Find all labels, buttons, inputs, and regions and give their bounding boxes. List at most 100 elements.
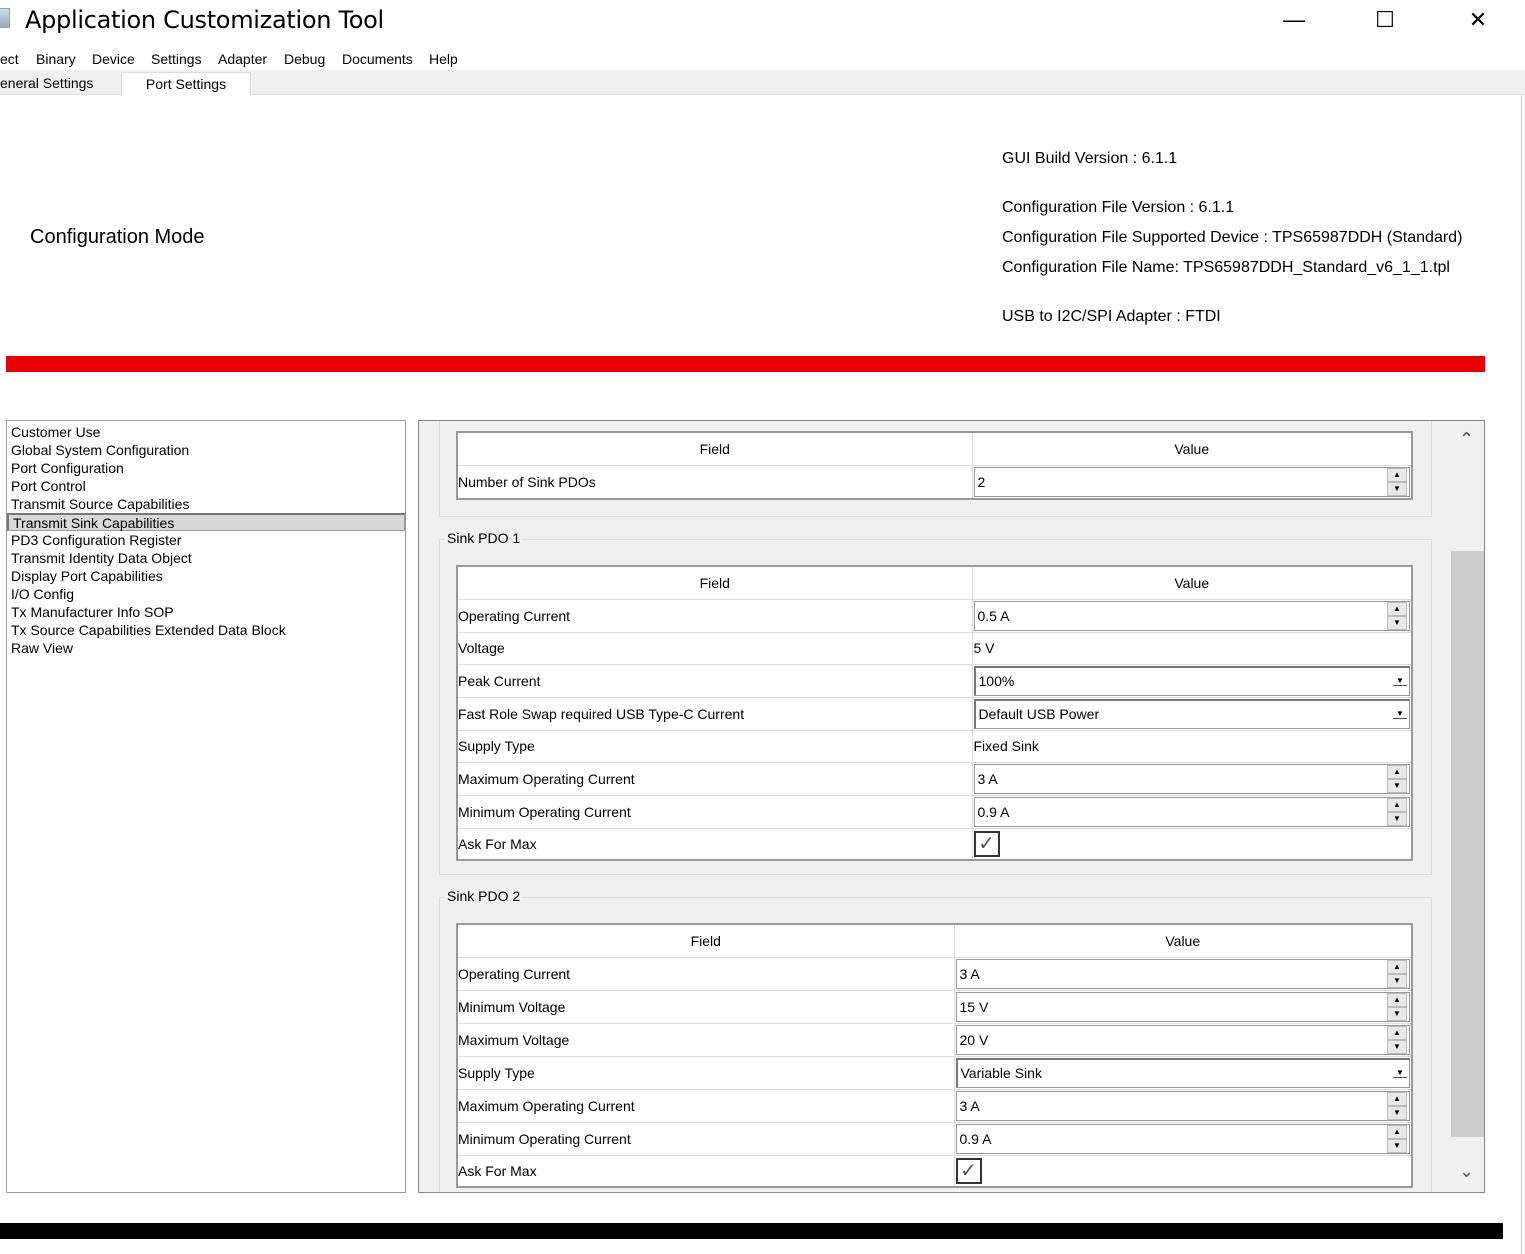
- close-button[interactable]: ✕: [1448, 0, 1508, 40]
- config-supported-device: Configuration File Supported Device : TP…: [1002, 229, 1463, 246]
- tree-item[interactable]: Transmit Identity Data Object: [7, 549, 405, 567]
- menu-binary[interactable]: Binary: [36, 51, 76, 67]
- value-header: Value: [971, 566, 1412, 599]
- value-text: Default USB Power: [978, 706, 1100, 722]
- menu-debug[interactable]: Debug: [284, 51, 325, 67]
- field-label: Peak Current: [457, 663, 972, 697]
- value-text[interactable]: 20 V: [957, 1032, 1388, 1048]
- spin-down-icon[interactable]: ▼: [1387, 1039, 1407, 1054]
- field-label: Number of Sink PDOs: [457, 464, 972, 499]
- maximize-button[interactable]: ☐: [1355, 0, 1415, 40]
- menu-documents[interactable]: Documents: [342, 51, 413, 67]
- field-label: Operating Current: [457, 598, 972, 632]
- property-table: Field Value Operating Current 3 A ▲ ▼ Minimum …: [456, 923, 1413, 1188]
- value-spinbox[interactable]: 3 A ▲ ▼: [955, 1090, 1410, 1121]
- value-spinbox[interactable]: 3 A ▲ ▼: [973, 763, 1410, 794]
- spin-down-icon[interactable]: ▼: [1387, 973, 1407, 988]
- value-text[interactable]: 0.9 A: [975, 804, 1388, 820]
- app-icon: [0, 8, 10, 28]
- spin-up-icon[interactable]: ▲: [1387, 959, 1407, 974]
- value-dropdown[interactable]: 100% ▼: [973, 665, 1410, 696]
- value-text[interactable]: 0.9 A: [957, 1131, 1388, 1147]
- tree-item[interactable]: Transmit Sink Capabilities: [7, 513, 405, 531]
- spin-up-icon[interactable]: ▲: [1387, 601, 1407, 616]
- spin-up-icon[interactable]: ▲: [1387, 797, 1407, 812]
- minimize-button[interactable]: —: [1264, 0, 1324, 40]
- menu-device[interactable]: Device: [92, 51, 135, 67]
- settings-tree[interactable]: Customer Use Global System Configuration P…: [6, 420, 406, 1193]
- value-spinbox[interactable]: 0.9 A ▲ ▼: [955, 1123, 1410, 1154]
- value-text: 5 V: [973, 640, 995, 656]
- menu-settings[interactable]: Settings: [151, 51, 202, 67]
- spin-down-icon[interactable]: ▼: [1387, 778, 1407, 793]
- spin-up-icon[interactable]: ▲: [1387, 992, 1407, 1007]
- spin-up-icon[interactable]: ▲: [1387, 1091, 1407, 1106]
- value-text: Fixed Sink: [973, 738, 1039, 754]
- value-spinbox[interactable]: 15 V ▲ ▼: [955, 991, 1410, 1022]
- tab-port-settings[interactable]: Port Settings: [121, 72, 251, 96]
- table-row: Ask For Max ✓: [457, 827, 1412, 860]
- field-label: Fast Role Swap required USB Type-C Curre…: [457, 696, 972, 730]
- tree-item[interactable]: Display Port Capabilities: [7, 567, 405, 585]
- value-text[interactable]: 3 A: [957, 966, 1388, 982]
- property-table: Field Value Number of Sink PDOs 2 ▲ ▼: [456, 431, 1413, 500]
- chevron-down-icon[interactable]: ▼: [1393, 676, 1407, 686]
- value-text[interactable]: 3 A: [975, 771, 1388, 787]
- tree-item[interactable]: Tx Source Capabilities Extended Data Blo…: [7, 621, 405, 639]
- scrollbar-thumb[interactable]: [1451, 551, 1484, 1137]
- checkbox-checked[interactable]: ✓: [973, 830, 1000, 857]
- adapter-info: USB to I2C/SPI Adapter : FTDI: [1002, 308, 1221, 325]
- tree-item[interactable]: Port Control: [7, 477, 405, 495]
- tree-item[interactable]: Global System Configuration: [7, 441, 405, 459]
- tree-item[interactable]: PD3 Configuration Register: [7, 531, 405, 549]
- menu-project[interactable]: ect: [0, 51, 19, 67]
- tree-item[interactable]: Tx Manufacturer Info SOP: [7, 603, 405, 621]
- config-file-version: Configuration File Version : 6.1.1: [1002, 199, 1235, 216]
- spin-down-icon[interactable]: ▼: [1387, 1006, 1407, 1021]
- tree-item[interactable]: I/O Config: [7, 585, 405, 603]
- scroll-up-icon[interactable]: ⌃: [1459, 429, 1474, 450]
- value-spinbox[interactable]: 3 A ▲ ▼: [955, 958, 1410, 989]
- menu-adapter[interactable]: Adapter: [218, 51, 267, 67]
- spin-up-icon[interactable]: ▲: [1387, 467, 1407, 482]
- menu-help[interactable]: Help: [429, 51, 458, 67]
- gui-build-version: GUI Build Version : 6.1.1: [1002, 150, 1178, 167]
- chevron-down-icon[interactable]: ▼: [1393, 1068, 1407, 1078]
- tree-item[interactable]: Customer Use: [7, 423, 405, 441]
- spin-down-icon[interactable]: ▼: [1387, 615, 1407, 630]
- spin-down-icon[interactable]: ▼: [1387, 811, 1407, 826]
- checkbox-checked[interactable]: ✓: [955, 1157, 982, 1184]
- spin-down-icon[interactable]: ▼: [1387, 481, 1407, 496]
- tab-general-settings[interactable]: eneral Settings: [0, 72, 120, 95]
- tree-item[interactable]: Port Configuration: [7, 459, 405, 477]
- window-title: Application Customization Tool: [25, 6, 384, 34]
- field-label: Supply Type: [457, 729, 972, 762]
- spin-up-icon[interactable]: ▲: [1387, 1124, 1407, 1139]
- table-row: Operating Current 0.5 A ▲ ▼: [457, 598, 1412, 632]
- chevron-down-icon[interactable]: ▼: [1393, 709, 1407, 719]
- spin-down-icon[interactable]: ▼: [1387, 1138, 1407, 1153]
- spin-up-icon[interactable]: ▲: [1387, 1025, 1407, 1040]
- value-dropdown[interactable]: Default USB Power ▼: [973, 698, 1410, 729]
- tree-item[interactable]: Transmit Source Capabilities: [7, 495, 405, 513]
- value-dropdown[interactable]: Variable Sink ▼: [955, 1057, 1410, 1088]
- table-row: Minimum Operating Current 0.9 A ▲ ▼: [457, 794, 1412, 828]
- value-spinbox[interactable]: 20 V ▲ ▼: [955, 1024, 1410, 1055]
- value-text[interactable]: 3 A: [957, 1098, 1388, 1114]
- table-row: Operating Current 3 A ▲ ▼: [457, 956, 1412, 990]
- value-text[interactable]: 0.5 A: [975, 608, 1388, 624]
- table-row: Supply Type Variable Sink ▼: [457, 1055, 1412, 1089]
- value-text[interactable]: 2: [975, 474, 1388, 490]
- group-label-sink-pdo-2: Sink PDO 2: [445, 888, 523, 904]
- scroll-down-icon[interactable]: ⌄: [1459, 1161, 1474, 1182]
- spin-down-icon[interactable]: ▼: [1387, 1105, 1407, 1120]
- value-spinbox[interactable]: 0.9 A ▲ ▼: [973, 796, 1410, 827]
- value-spinbox[interactable]: 0.5 A ▲ ▼: [973, 600, 1410, 631]
- field-label: Minimum Voltage: [457, 989, 954, 1023]
- value-spinbox[interactable]: 2 ▲ ▼: [973, 466, 1410, 497]
- spin-up-icon[interactable]: ▲: [1387, 764, 1407, 779]
- tree-item[interactable]: Raw View: [7, 639, 405, 657]
- config-file-name: Configuration File Name: TPS65987DDH_Sta…: [1002, 259, 1450, 276]
- value-text[interactable]: 15 V: [957, 999, 1388, 1015]
- table-row: Maximum Voltage 20 V ▲ ▼: [457, 1022, 1412, 1056]
